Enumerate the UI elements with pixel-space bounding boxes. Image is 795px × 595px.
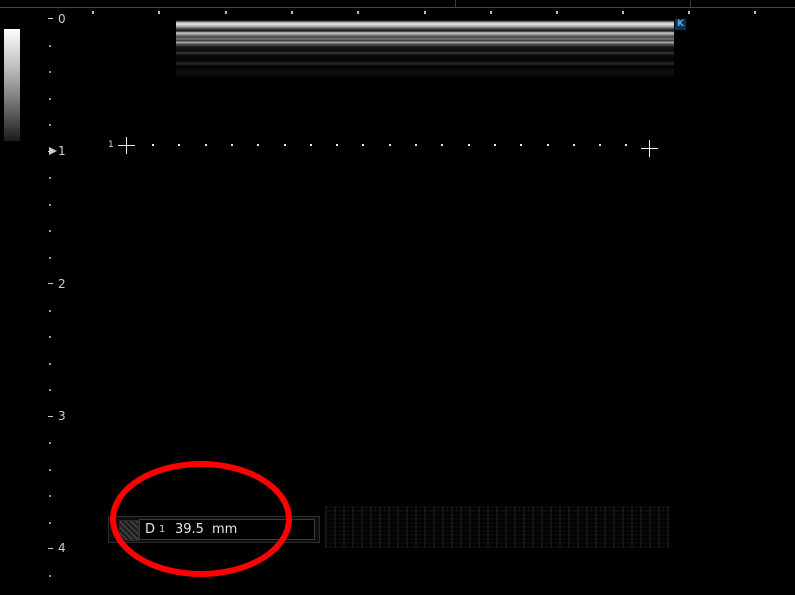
caliper-dot [573, 144, 575, 146]
depth-minor-tick [49, 389, 51, 391]
depth-minor-tick [49, 230, 51, 232]
depth-minor-tick [49, 336, 51, 338]
depth-minor-tick [49, 257, 51, 259]
depth-minor-tick [49, 363, 51, 365]
depth-label-1: 1 [58, 144, 66, 158]
depth-minor-tick [49, 522, 51, 524]
caliper-dot [257, 144, 259, 146]
depth-minor-tick [49, 495, 51, 497]
caliper-dot [441, 144, 443, 146]
annotation-ellipse [110, 461, 292, 577]
top-tick [291, 11, 293, 14]
k-marker[interactable]: K [675, 19, 686, 30]
depth-minor-tick [49, 469, 51, 471]
depth-minor-tick [49, 124, 51, 126]
caliper-dot [310, 144, 312, 146]
depth-minor-tick [49, 310, 51, 312]
top-ruler-line [0, 7, 795, 8]
depth-major-tick [48, 416, 53, 417]
caliper-dot [520, 144, 522, 146]
caliper-dot [468, 144, 470, 146]
depth-minor-tick [49, 98, 51, 100]
top-tick [754, 11, 756, 14]
echo-noise-band [325, 506, 670, 548]
caliper-dot [389, 144, 391, 146]
caliper-dot [152, 144, 154, 146]
depth-minor-tick [49, 177, 51, 179]
top-tick [225, 11, 227, 14]
depth-minor-tick [49, 204, 51, 206]
caliper-dot [205, 144, 207, 146]
top-separator [455, 0, 456, 7]
caliper-dot [284, 144, 286, 146]
depth-label-3: 3 [58, 409, 66, 423]
top-tick [490, 11, 492, 14]
caliper-dot [362, 144, 364, 146]
caliper-start-crosshair-icon[interactable] [118, 137, 135, 154]
depth-minor-tick [49, 575, 51, 577]
depth-major-tick [48, 283, 53, 284]
caliper-dot [336, 144, 338, 146]
caliper-index: 1 [108, 140, 114, 150]
caliper-dot [231, 144, 233, 146]
caliper-dot [599, 144, 601, 146]
depth-major-tick [48, 548, 53, 549]
caliper-dot [178, 144, 180, 146]
caliper-dot [415, 144, 417, 146]
depth-minor-tick [49, 442, 51, 444]
depth-label-0: 0 [58, 12, 66, 26]
caliper-dot [625, 144, 627, 146]
top-tick [556, 11, 558, 14]
top-tick [158, 11, 160, 14]
depth-major-tick [48, 18, 53, 19]
caliper-dot [494, 144, 496, 146]
echo-image [176, 20, 674, 78]
depth-scale: 0 1 2 3 4 [0, 0, 80, 595]
top-separator [690, 0, 691, 7]
top-tick [688, 11, 690, 14]
depth-label-2: 2 [58, 277, 66, 291]
top-tick [357, 11, 359, 14]
caliper-end-crosshair-icon[interactable] [641, 140, 658, 157]
top-tick [622, 11, 624, 14]
depth-minor-tick [49, 71, 51, 73]
depth-minor-tick [49, 45, 51, 47]
top-tick [92, 11, 94, 14]
depth-major-tick [48, 151, 53, 152]
depth-label-4: 4 [58, 541, 66, 555]
top-tick [424, 11, 426, 14]
caliper-dot [547, 144, 549, 146]
